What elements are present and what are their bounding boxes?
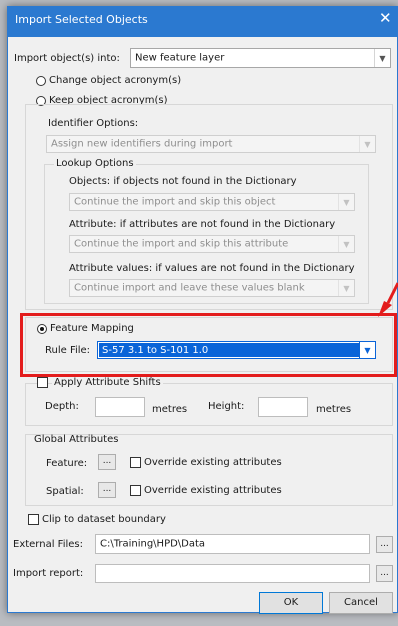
attribute-shifts-label: Apply Attribute Shifts — [52, 377, 163, 389]
import-report-input[interactable] — [95, 564, 370, 583]
chevron-down-icon[interactable]: ▼ — [338, 194, 354, 210]
highlight-box — [20, 313, 397, 377]
feature-override-checkbox[interactable] — [130, 457, 141, 468]
import-into-label: Import object(s) into: — [14, 53, 120, 64]
close-icon[interactable]: ✕ — [379, 11, 392, 26]
values-rule-value: Continue import and leave these values b… — [74, 282, 305, 294]
objects-rule-value: Continue the import and skip this object — [74, 196, 276, 208]
global-attributes-heading: Global Attributes — [34, 434, 119, 445]
chevron-down-icon[interactable]: ▼ — [338, 280, 354, 296]
import-report-label: Import report: — [13, 568, 84, 579]
import-report-browse-button[interactable]: ... — [376, 565, 393, 582]
red-arrow-icon — [378, 282, 398, 317]
chevron-down-icon[interactable]: ▼ — [374, 49, 390, 67]
spatial-override-checkbox[interactable] — [130, 485, 141, 496]
change-acronym-radio[interactable] — [36, 76, 46, 86]
values-rule-label: Attribute values: if values are not foun… — [69, 263, 355, 274]
import-into-select[interactable]: New feature layer ▼ — [130, 48, 391, 68]
feature-override-label: Override existing attributes — [144, 457, 282, 468]
height-unit: metres — [316, 404, 352, 415]
lookup-options-heading: Lookup Options — [54, 158, 136, 170]
depth-input[interactable] — [95, 397, 145, 417]
identifier-value: Assign new identifiers during import — [51, 138, 233, 150]
depth-label: Depth: — [45, 401, 79, 412]
height-label: Height: — [208, 401, 245, 412]
attribute-rule-select[interactable]: Continue the import and skip this attrib… — [69, 235, 355, 253]
spatial-attr-browse-button[interactable]: ... — [98, 482, 116, 498]
clip-boundary-checkbox[interactable] — [28, 514, 39, 525]
external-files-value: C:\Training\HPD\Data — [100, 538, 206, 550]
feature-attr-label: Feature: — [46, 458, 88, 469]
cancel-button[interactable]: Cancel — [329, 592, 393, 614]
attribute-rule-value: Continue the import and skip this attrib… — [74, 238, 289, 250]
attribute-shifts-checkbox[interactable] — [37, 377, 48, 388]
external-files-label: External Files: — [13, 539, 83, 550]
objects-rule-select[interactable]: Continue the import and skip this object… — [69, 193, 355, 211]
chevron-down-icon[interactable]: ▼ — [359, 136, 375, 152]
spatial-override-label: Override existing attributes — [144, 485, 282, 496]
depth-unit: metres — [152, 404, 188, 415]
values-rule-select[interactable]: Continue import and leave these values b… — [69, 279, 355, 297]
objects-rule-label: Objects: if objects not found in the Dic… — [69, 176, 297, 187]
identifier-select[interactable]: Assign new identifiers during import ▼ — [46, 135, 376, 153]
feature-attr-browse-button[interactable]: ... — [98, 454, 116, 470]
chevron-down-icon[interactable]: ▼ — [338, 236, 354, 252]
height-input[interactable] — [258, 397, 308, 417]
external-files-browse-button[interactable]: ... — [376, 536, 393, 553]
import-into-value: New feature layer — [135, 52, 225, 64]
spatial-attr-label: Spatial: — [46, 486, 84, 497]
external-files-input[interactable]: C:\Training\HPD\Data — [95, 534, 370, 554]
ok-button[interactable]: OK — [259, 592, 323, 614]
identifier-options-heading: Identifier Options: — [48, 118, 139, 129]
attribute-rule-label: Attribute: if attributes are not found i… — [69, 219, 336, 230]
change-acronym-label: Change object acronym(s) — [49, 75, 182, 86]
clip-boundary-label: Clip to dataset boundary — [42, 514, 166, 525]
dialog-title: Import Selected Objects — [15, 13, 148, 26]
